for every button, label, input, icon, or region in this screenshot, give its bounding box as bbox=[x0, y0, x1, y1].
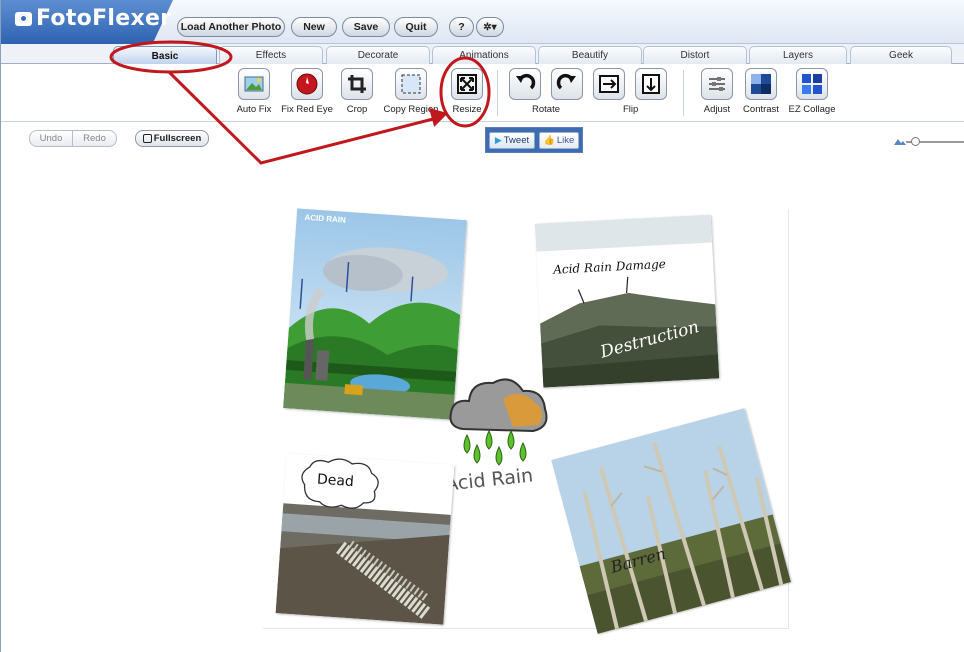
tab-strip: Basic Effects Decorate Animations Beauti… bbox=[1, 44, 964, 65]
rotate-label: Rotate bbox=[532, 104, 560, 115]
rain-cloud-icon bbox=[449, 378, 548, 466]
crop-icon bbox=[341, 68, 373, 100]
help-button[interactable]: ? bbox=[449, 17, 474, 37]
fotoflexer-logo[interactable]: FotoFlexer bbox=[15, 6, 171, 31]
acid-rain-diagram-photo[interactable]: ACID RAIN bbox=[283, 208, 467, 420]
resize-icon bbox=[451, 68, 483, 100]
dead-fish-beach-photo[interactable]: Dead bbox=[275, 453, 455, 625]
flip-horizontal-tool[interactable] bbox=[591, 68, 627, 122]
toolbar-divider bbox=[497, 70, 498, 116]
tab-geek[interactable]: Geek bbox=[850, 46, 952, 64]
auto-fix-icon bbox=[238, 68, 270, 100]
copy-region-icon bbox=[395, 68, 427, 100]
flip-horizontal-icon bbox=[593, 68, 625, 100]
rotate-right-icon bbox=[551, 68, 583, 100]
tab-distort[interactable]: Distort bbox=[643, 46, 747, 64]
tab-effects[interactable]: Effects bbox=[219, 46, 323, 64]
social-share-box: ▶ Tweet 👍 Like bbox=[485, 127, 583, 153]
redo-button[interactable]: Redo bbox=[73, 130, 117, 147]
undo-button[interactable]: Undo bbox=[29, 130, 73, 147]
ez-collage-icon bbox=[796, 68, 828, 100]
load-another-photo-button[interactable]: Load Another Photo bbox=[177, 17, 285, 37]
quit-button[interactable]: Quit bbox=[394, 17, 438, 37]
tab-layers[interactable]: Layers bbox=[749, 46, 847, 64]
save-button[interactable]: Save bbox=[342, 17, 390, 37]
toolbar-divider bbox=[683, 70, 684, 116]
dead-caption: Dead bbox=[316, 471, 355, 491]
tab-beautify[interactable]: Beautify bbox=[538, 46, 642, 64]
contrast-tool[interactable]: Contrast bbox=[739, 68, 783, 122]
tab-decorate[interactable]: Decorate bbox=[326, 46, 430, 64]
tweet-button[interactable]: ▶ Tweet bbox=[489, 132, 535, 149]
photo-canvas[interactable]: ACID RAIN Acid Rain Damage Destruction A… bbox=[263, 208, 791, 634]
flip-label: Flip bbox=[623, 104, 639, 115]
fix-red-eye-tool[interactable]: Fix Red Eye bbox=[281, 68, 333, 122]
new-button[interactable]: New bbox=[291, 17, 337, 37]
zoom-mountain-icon bbox=[894, 139, 906, 145]
acid-rain-cloud-graphic[interactable]: Acid Rain bbox=[443, 369, 553, 499]
damaged-mountain-image bbox=[534, 214, 720, 388]
fullscreen-icon bbox=[142, 134, 152, 143]
fotoflexer-window: FotoFlexer Load Another Photo New Save Q… bbox=[0, 0, 964, 652]
crop-tool[interactable]: Crop bbox=[339, 68, 375, 122]
auto-fix-tool[interactable]: Auto Fix bbox=[233, 68, 275, 122]
like-button[interactable]: 👍 Like bbox=[539, 132, 579, 149]
settings-gear-icon[interactable]: ✲▾ bbox=[476, 17, 504, 37]
tab-basic[interactable]: Basic bbox=[113, 46, 217, 65]
top-bar: FotoFlexer Load Another Photo New Save Q… bbox=[1, 0, 964, 44]
ez-collage-tool[interactable]: EZ Collage bbox=[785, 68, 839, 122]
flip-vertical-tool[interactable] bbox=[633, 68, 669, 122]
edit-sub-bar: Undo Redo Fullscreen bbox=[1, 122, 964, 154]
rotate-left-icon bbox=[509, 68, 541, 100]
twitter-bird-icon: ▶ bbox=[494, 135, 502, 145]
basic-toolbar: Auto Fix Fix Red Eye Crop Copy Region Re… bbox=[1, 64, 964, 122]
dead-trees-image bbox=[551, 408, 791, 634]
camera-icon bbox=[15, 12, 32, 26]
resize-tool[interactable]: Resize bbox=[447, 68, 487, 122]
acid-rain-caption: Acid Rain bbox=[444, 464, 535, 496]
acid-rain-damage-photo[interactable]: Acid Rain Damage Destruction bbox=[534, 214, 720, 388]
acid-rain-diagram-image bbox=[283, 208, 467, 420]
copy-region-tool[interactable]: Copy Region bbox=[381, 68, 441, 122]
fullscreen-button[interactable]: Fullscreen bbox=[135, 130, 209, 147]
tab-animations[interactable]: Animations bbox=[432, 46, 536, 64]
thumbs-up-icon: 👍 bbox=[543, 135, 555, 145]
adjust-sliders-icon bbox=[701, 68, 733, 100]
contrast-icon bbox=[745, 68, 777, 100]
zoom-slider-knob[interactable] bbox=[911, 137, 920, 146]
red-eye-icon bbox=[291, 68, 323, 100]
flip-vertical-icon bbox=[635, 68, 667, 100]
barren-forest-photo[interactable]: Barren bbox=[551, 408, 791, 634]
adjust-tool[interactable]: Adjust bbox=[697, 68, 737, 122]
